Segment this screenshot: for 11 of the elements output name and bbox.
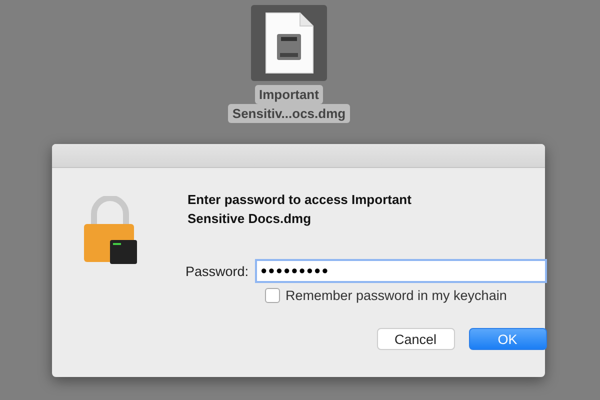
file-name-label: Sensitiv...ocs.dmg bbox=[228, 104, 350, 123]
file-icon-highlight[interactable] bbox=[251, 5, 327, 81]
disk-image-file-icon bbox=[264, 12, 314, 74]
dialog-message: Enter password to access Important Sensitive Docs.dmg bbox=[188, 191, 412, 228]
password-field[interactable]: ●●●●●●●●● bbox=[254, 259, 547, 283]
password-label: Password: bbox=[186, 264, 249, 278]
padlock-icon bbox=[82, 196, 138, 264]
remember-label: Remember password in my keychain bbox=[286, 288, 507, 303]
remember-checkbox[interactable] bbox=[264, 288, 280, 303]
file-name-label: Important bbox=[255, 85, 323, 104]
cancel-button[interactable]: Cancel bbox=[376, 328, 455, 350]
